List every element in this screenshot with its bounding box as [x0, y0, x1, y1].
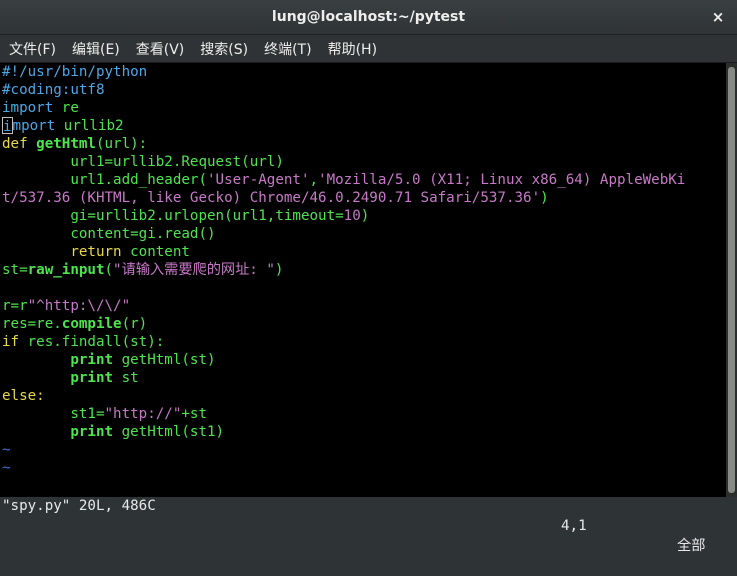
code-line: t/537.36 (KHTML, like Gecko) Chrome/46.0…: [2, 189, 549, 207]
empty-line-marker: ~: [2, 442, 11, 458]
code-line: gi=urllib2.urlopen(url1,timeout=10): [2, 207, 369, 225]
code-line: res=re.compile(r): [2, 315, 147, 333]
keyword: print: [70, 424, 114, 440]
code-line: def getHtml(url):: [2, 135, 147, 153]
code-line: url1.add_header('User-Agent','Mozilla/5.…: [2, 171, 685, 189]
menu-search[interactable]: 搜索(S): [191, 39, 255, 59]
empty-line-marker: ~: [2, 460, 11, 476]
code-text: +st: [181, 406, 207, 422]
code-line: else:: [2, 388, 45, 404]
scrollbar[interactable]: [726, 63, 737, 497]
string: 'Mozilla/5.0 (X11; Linux x86_64) AppleWe…: [318, 172, 686, 188]
code-text: st1=: [2, 406, 105, 422]
code-text: res.findall(st):: [19, 334, 165, 350]
title-bar[interactable]: lung@localhost:~/pytest ×: [0, 0, 737, 35]
code-line: st=raw_input("请输入需要爬的网址: "): [2, 261, 283, 279]
keyword: if: [2, 334, 20, 350]
menu-bar: 文件(F) 编辑(E) 查看(V) 搜索(S) 终端(T) 帮助(H): [0, 35, 737, 63]
code-text: st: [113, 370, 139, 386]
status-scroll-indicator: 全部: [677, 538, 706, 554]
vim-status-line: "spy.py" 20L, 486C 4,1 全部: [0, 476, 726, 554]
string: "^http:\/\/": [27, 298, 131, 314]
text-cursor: i: [2, 117, 13, 135]
code-line: print getHtml(st1): [2, 423, 224, 441]
code-text: (url):: [95, 136, 148, 152]
menu-file[interactable]: 文件(F): [0, 39, 63, 59]
keyword: def: [2, 136, 37, 152]
code-line: content=gi.read(): [2, 226, 216, 242]
code-line: print st: [2, 369, 139, 387]
string: "请输入需要爬的网址: ": [113, 262, 275, 278]
status-cursor-position: 4,1: [561, 518, 587, 534]
code-text: (r): [121, 316, 148, 332]
code-text: ): [274, 262, 284, 278]
keyword: print: [70, 352, 114, 368]
string: t/537.36 (KHTML, like Gecko) Chrome/46.0…: [2, 190, 541, 206]
menu-view[interactable]: 查看(V): [127, 39, 192, 59]
code-text: ): [360, 208, 370, 224]
code-text: ,: [309, 172, 319, 188]
code-line: import re: [2, 99, 79, 117]
code-line: return content: [2, 243, 190, 261]
string: "http://": [104, 406, 182, 422]
keyword: print: [70, 370, 114, 386]
menu-edit[interactable]: 编辑(E): [63, 39, 127, 59]
scrollbar-thumb[interactable]: [728, 67, 735, 493]
code-text: urllib2: [55, 118, 124, 134]
number: 10: [343, 208, 361, 224]
code-line: import urllib2: [2, 117, 124, 135]
code-text: res=re.: [2, 316, 62, 332]
code-text: getHtml(st1): [113, 424, 225, 440]
code-line: r=r"^http:\/\/": [2, 297, 130, 315]
code-text: r=r: [2, 298, 28, 314]
code-line: st1="http://"+st: [2, 405, 207, 423]
window-title: lung@localhost:~/pytest: [271, 9, 466, 25]
code-line: #!/usr/bin/python: [2, 64, 148, 80]
terminal-content[interactable]: #!/usr/bin/python #coding:utf8 import re…: [0, 63, 726, 497]
code-line: url1=urllib2.Request(url): [2, 154, 284, 170]
keyword: return: [70, 244, 122, 260]
code-text: gi=urllib2.urlopen(url1,timeout=: [2, 208, 344, 224]
code-text: (: [104, 262, 114, 278]
status-file-info: "spy.py" 20L, 486C: [2, 498, 156, 514]
code-line: if res.findall(st):: [2, 333, 164, 351]
string: 'User-Agent': [207, 172, 310, 188]
code-line: #coding:utf8: [2, 82, 105, 98]
builtin: raw_input: [27, 262, 105, 278]
menu-help[interactable]: 帮助(H): [319, 39, 384, 59]
function-name: getHtml: [36, 136, 96, 152]
terminal-window: lung@localhost:~/pytest × 文件(F) 编辑(E) 查看…: [0, 0, 737, 554]
keyword: import: [2, 100, 54, 116]
builtin: compile: [61, 316, 122, 332]
code-line: print getHtml(st): [2, 351, 216, 369]
code-text: re: [53, 100, 79, 116]
menu-terminal[interactable]: 终端(T): [255, 39, 318, 59]
keyword: mport: [12, 118, 56, 134]
code-text: url1.add_header(: [2, 172, 207, 188]
close-icon[interactable]: ×: [709, 8, 727, 26]
code-text: ): [540, 190, 549, 206]
code-text: content: [121, 244, 190, 260]
code-text: getHtml(st): [113, 352, 216, 368]
code-text: st=: [2, 262, 28, 278]
